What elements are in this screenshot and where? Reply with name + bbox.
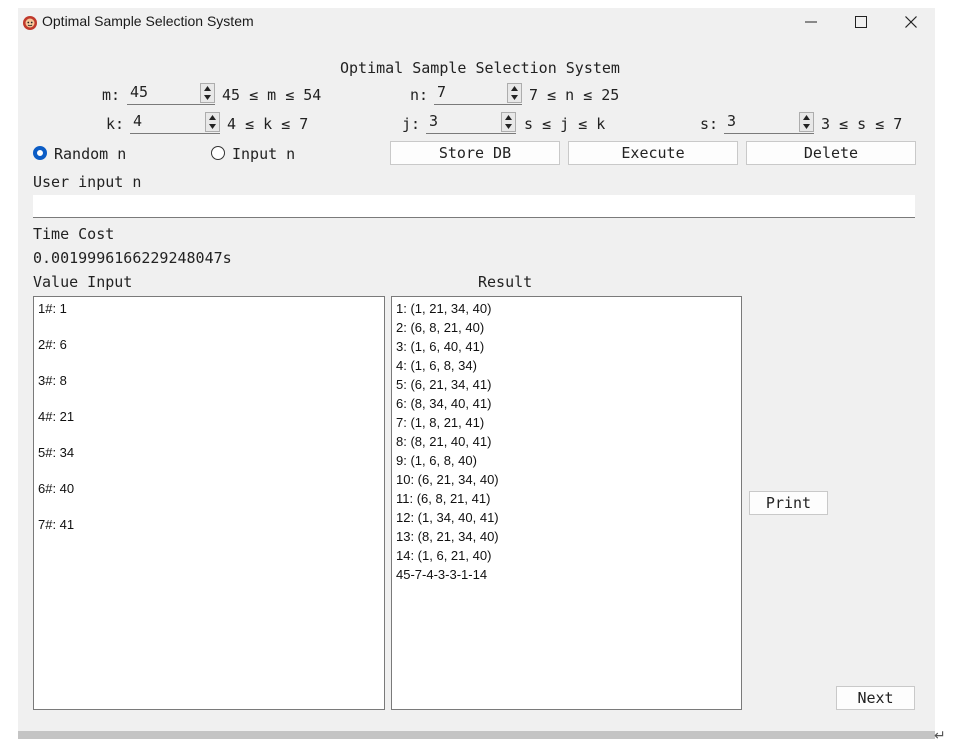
page-title: Optimal Sample Selection System (340, 59, 620, 77)
return-arrow-icon: ↵ (934, 727, 946, 743)
user-input-field[interactable] (33, 195, 915, 218)
n-value: 7 (437, 83, 447, 101)
app-icon (23, 16, 37, 30)
j-spinbox[interactable]: 3 (426, 111, 516, 134)
list-item: 5#: 34 (38, 445, 75, 460)
k-spin-arrows[interactable] (205, 112, 220, 132)
m-range: 45 ≤ m ≤ 54 (222, 86, 322, 104)
list-item: 7#: 41 (38, 517, 75, 532)
m-spin-arrows[interactable] (200, 83, 215, 103)
close-icon (905, 16, 917, 28)
result-item: 9: (1, 6, 8, 40) (396, 453, 477, 468)
maximize-button[interactable] (838, 8, 884, 36)
result-item: 6: (8, 34, 40, 41) (396, 396, 492, 411)
result-panel[interactable]: 1: (1, 21, 34, 40) 2: (6, 8, 21, 40) 3: … (391, 296, 742, 710)
j-spin-arrows[interactable] (501, 112, 516, 132)
n-range: 7 ≤ n ≤ 25 (529, 86, 620, 104)
result-label: Result (478, 273, 533, 291)
input-n-radio[interactable] (211, 146, 225, 160)
result-item: 12: (1, 34, 40, 41) (396, 510, 499, 525)
result-item: 8: (8, 21, 40, 41) (396, 434, 492, 449)
s-spin-arrows[interactable] (799, 112, 814, 132)
list-item: 1#: 1 (38, 301, 67, 316)
spin-arrows-icon (204, 86, 211, 100)
result-item: 5: (6, 21, 34, 41) (396, 377, 492, 392)
s-label: s: (700, 115, 719, 133)
close-button[interactable] (888, 8, 934, 36)
s-range: 3 ≤ s ≤ 7 (821, 115, 903, 133)
result-item: 2: (6, 8, 21, 40) (396, 320, 485, 335)
result-item: 13: (8, 21, 34, 40) (396, 529, 499, 544)
value-input-label: Value Input (33, 273, 133, 291)
minimize-icon (805, 21, 817, 23)
spin-arrows-icon (209, 115, 216, 129)
time-cost-label: Time Cost (33, 225, 115, 243)
horizontal-scrollbar[interactable] (18, 731, 935, 739)
list-item: 3#: 8 (38, 373, 67, 388)
minimize-button[interactable] (788, 8, 834, 36)
k-value: 4 (133, 112, 143, 130)
k-spinbox[interactable]: 4 (130, 111, 220, 134)
j-label: j: (402, 115, 421, 133)
n-spinbox[interactable]: 7 (434, 82, 522, 105)
s-spinbox[interactable]: 3 (724, 111, 814, 134)
m-value: 45 (130, 83, 149, 101)
time-cost-value: 0.0019996166229248047s (33, 249, 232, 267)
result-item: 14: (1, 6, 21, 40) (396, 548, 492, 563)
user-input-label: User input n (33, 173, 142, 191)
window-title: Optimal Sample Selection System (42, 13, 254, 29)
result-item: 11: (6, 8, 21, 41) (396, 491, 491, 506)
next-button[interactable]: Next (836, 686, 915, 710)
value-input-panel[interactable]: 1#: 1 2#: 6 3#: 8 4#: 21 5#: 34 6#: 40 7… (33, 296, 385, 710)
j-range: s ≤ j ≤ k (524, 115, 606, 133)
result-item: 7: (1, 8, 21, 41) (396, 415, 485, 430)
maximize-icon (855, 16, 867, 28)
m-spinbox[interactable]: 45 (127, 82, 215, 105)
list-item: 6#: 40 (38, 481, 75, 496)
result-item: 3: (1, 6, 40, 41) (396, 339, 485, 354)
random-n-radio[interactable] (33, 146, 47, 160)
print-button[interactable]: Print (749, 491, 828, 515)
k-range: 4 ≤ k ≤ 7 (227, 115, 309, 133)
j-value: 3 (429, 112, 439, 130)
app-window: Optimal Sample Selection System Optimal … (18, 8, 935, 739)
list-item: 2#: 6 (38, 337, 67, 352)
list-item: 4#: 21 (38, 409, 75, 424)
result-item: 4: (1, 6, 8, 34) (396, 358, 477, 373)
k-label: k: (106, 115, 125, 133)
result-item: 1: (1, 21, 34, 40) (396, 301, 492, 316)
execute-button[interactable]: Execute (568, 141, 738, 165)
spin-arrows-icon (511, 86, 518, 100)
result-item: 10: (6, 21, 34, 40) (396, 472, 499, 487)
spin-arrows-icon (803, 115, 810, 129)
result-summary: 45-7-4-3-3-1-14 (396, 567, 488, 582)
s-value: 3 (727, 112, 737, 130)
m-label: m: (102, 86, 121, 104)
n-label: n: (410, 86, 429, 104)
delete-button[interactable]: Delete (746, 141, 916, 165)
random-n-label[interactable]: Random n (54, 145, 126, 163)
n-spin-arrows[interactable] (507, 83, 522, 103)
spin-arrows-icon (505, 115, 512, 129)
input-n-label[interactable]: Input n (232, 145, 295, 163)
title-bar[interactable]: Optimal Sample Selection System (18, 8, 935, 36)
store-db-button[interactable]: Store DB (390, 141, 560, 165)
